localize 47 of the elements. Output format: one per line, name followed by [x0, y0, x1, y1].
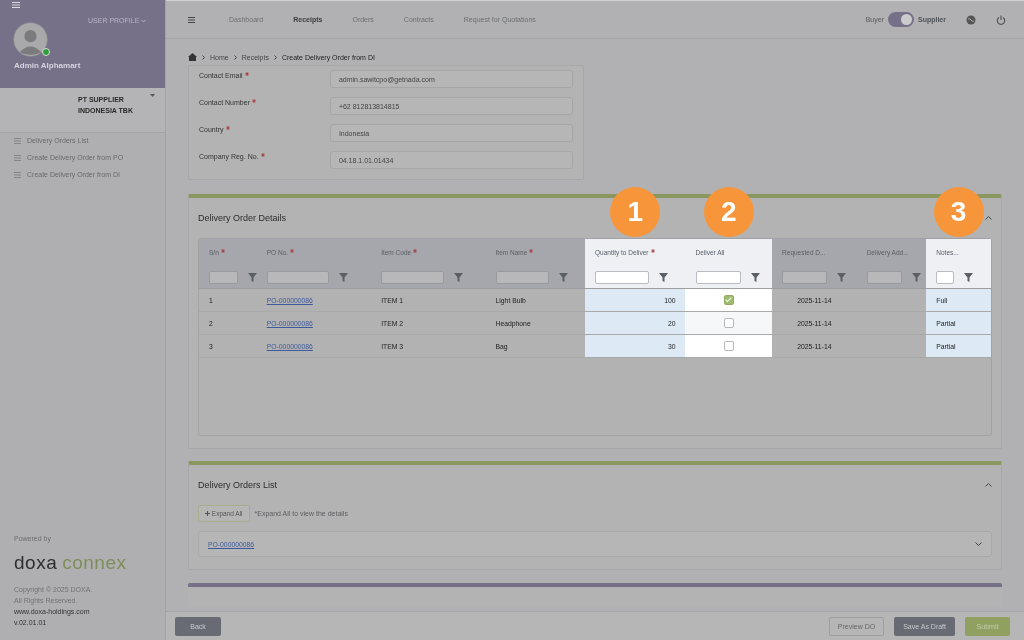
section-title: Delivery Orders List — [198, 480, 278, 490]
list-icon — [14, 154, 21, 161]
collapse-icon[interactable] — [985, 483, 992, 487]
logo-text: connex — [62, 552, 127, 574]
filter-icon[interactable] — [247, 272, 257, 282]
section-title: Delivery Order Details — [198, 213, 287, 223]
filter-icon[interactable] — [751, 272, 761, 282]
checkbox[interactable] — [723, 341, 734, 351]
list-icon — [14, 137, 21, 144]
step-badge: 1 — [610, 187, 661, 237]
filter-field[interactable] — [866, 270, 903, 284]
logo-text: doxa — [14, 552, 58, 574]
filter-field[interactable] — [209, 270, 238, 284]
caret-icon — [150, 94, 155, 98]
filter-icon[interactable] — [912, 272, 922, 282]
filter-field[interactable] — [695, 270, 742, 284]
chevron-down-icon — [141, 19, 147, 24]
collapse-icon[interactable] — [985, 216, 992, 220]
filter-field[interactable] — [266, 270, 330, 284]
filter-icon[interactable] — [559, 272, 569, 282]
role-toggle[interactable] — [888, 12, 914, 27]
filter-field[interactable] — [936, 270, 955, 284]
user-name: Admin Alphamart — [14, 61, 81, 70]
separator-icon — [233, 54, 237, 60]
filter-icon[interactable] — [964, 272, 974, 282]
filter-icon[interactable] — [659, 272, 669, 282]
home-icon[interactable] — [188, 53, 197, 61]
power-icon[interactable] — [996, 14, 1006, 25]
filter-field[interactable] — [782, 270, 827, 284]
separator-icon — [202, 54, 205, 60]
step-badge: 2 — [703, 187, 754, 237]
checkbox[interactable] — [723, 295, 734, 305]
avatar-icon — [13, 22, 48, 57]
filter-field[interactable] — [381, 270, 444, 284]
list-icon — [14, 171, 21, 178]
separator-icon — [273, 54, 277, 60]
menu-icon[interactable] — [188, 16, 195, 23]
plus-icon — [205, 511, 210, 516]
filter-icon[interactable] — [453, 272, 463, 282]
step-badge: 3 — [933, 187, 984, 237]
globe-icon[interactable] — [966, 14, 976, 25]
checkbox[interactable] — [723, 318, 734, 328]
filter-icon[interactable] — [339, 272, 349, 282]
filter-field[interactable] — [495, 270, 550, 284]
filter-icon[interactable] — [836, 272, 846, 282]
filter-field[interactable] — [595, 270, 650, 284]
chevron-down-icon — [975, 542, 982, 546]
